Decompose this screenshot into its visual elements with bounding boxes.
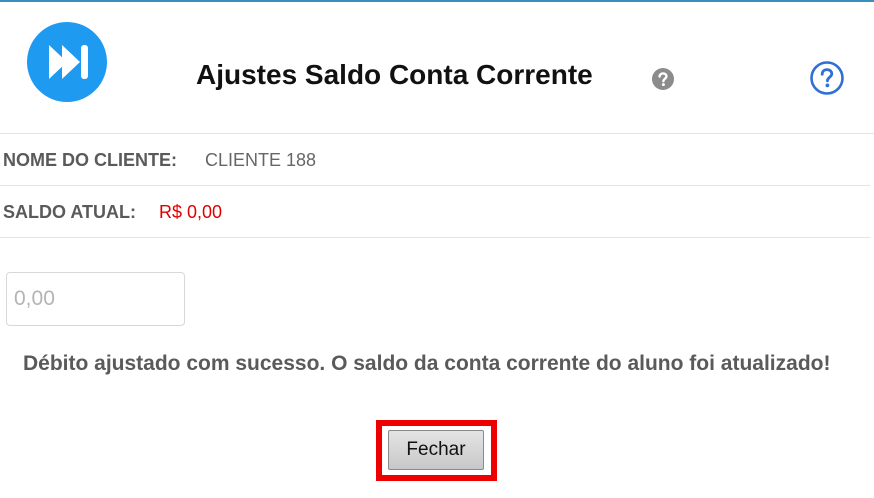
dialog: Ajustes Saldo Conta Corrente NOME DO CLI… [0,0,874,498]
current-balance-label: SALDO ATUAL: [3,202,136,222]
fast-forward-icon [27,22,107,102]
client-row: NOME DO CLIENTE: CLIENTE 188 [0,135,870,186]
amount-input[interactable] [6,272,185,326]
question-circle-icon[interactable] [652,68,674,90]
balance-row: SALDO ATUAL: R$ 0,00 [0,187,870,238]
client-name-value: CLIENTE 188 [205,150,317,170]
client-name-label: NOME DO CLIENTE: [3,150,177,170]
dialog-header: Ajustes Saldo Conta Corrente [0,2,874,134]
current-balance-value: R$ 0,00 [159,202,223,222]
help-icon[interactable] [809,60,845,96]
page-title: Ajustes Saldo Conta Corrente [196,59,593,90]
success-message: Débito ajustado com sucesso. O saldo da … [23,352,831,375]
close-button[interactable]: Fechar [388,430,484,470]
